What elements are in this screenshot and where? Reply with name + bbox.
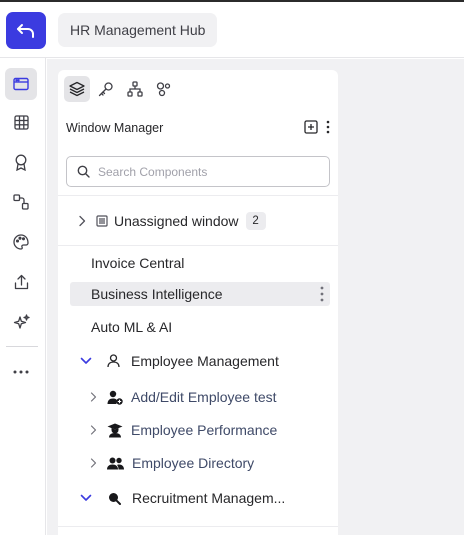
child-item-label: Employee Directory [132,455,255,471]
window-manager-panel: Window Manager Unassigned window 2 Invoi… [58,70,338,535]
chevron-right-icon[interactable] [90,392,97,402]
hierarchy-icon [127,81,143,97]
tab-keys[interactable] [93,76,119,102]
group-employee-management[interactable]: Employee Management [80,349,279,373]
left-rail [0,58,46,535]
top-bar: HR Management Hub [0,2,464,58]
item-menu-icon[interactable] [320,285,324,303]
search-filled-icon [108,492,121,505]
panel-actions [304,120,330,134]
chevron-right-icon[interactable] [90,425,97,435]
group-label: Recruitment Managem... [132,490,286,506]
key-icon [98,81,114,97]
panel-title: Window Manager [66,121,164,135]
rail-item-ai[interactable] [5,306,37,338]
group-label: Employee Management [131,353,279,369]
window-item-label: Auto ML & AI [91,319,173,335]
panel-menu-icon[interactable] [326,120,330,134]
divider [58,195,338,196]
count-badge: 2 [245,212,266,230]
window-item-business-intelligence[interactable]: Business Intelligence [70,282,330,306]
shapes-icon [156,81,172,97]
upload-icon [14,274,29,290]
user-add-icon [107,390,123,405]
table-icon [13,114,29,130]
chevron-right-icon[interactable] [78,215,86,227]
chevron-down-icon[interactable] [80,357,92,365]
window-item-label: Invoice Central [91,255,185,271]
flow-icon [13,194,29,210]
child-item-label: Add/Edit Employee test [131,389,277,405]
sparkles-icon [13,313,30,331]
graduate-icon [107,423,123,438]
rail-divider [6,346,38,347]
document-list-icon [96,215,108,227]
group-recruitment-management[interactable]: Recruitment Managem... [80,486,285,510]
rail-item-tables[interactable] [5,106,37,138]
layers-icon [69,81,85,97]
search-icon [77,165,90,178]
search-box [66,156,330,187]
tab-layers[interactable] [64,76,90,102]
rail-item-publish[interactable] [5,266,37,298]
child-item-add-edit-employee[interactable]: Add/Edit Employee test [90,386,277,408]
rail-item-theme[interactable] [5,226,37,258]
child-item-employee-performance[interactable]: Employee Performance [90,419,277,441]
unassigned-window-label: Unassigned window [114,213,239,229]
window-item-auto-ml[interactable]: Auto ML & AI [70,315,330,339]
rail-item-more[interactable] [5,356,37,388]
search-input[interactable] [98,164,318,179]
child-item-label: Employee Performance [131,422,278,438]
window-icon [13,77,29,91]
chevron-right-icon[interactable] [90,458,97,468]
chevron-down-icon[interactable] [80,494,92,502]
tab-hierarchy[interactable] [122,76,148,102]
window-item-invoice-central[interactable]: Invoice Central [70,251,330,275]
palette-icon [13,234,29,250]
unassigned-window-row[interactable]: Unassigned window 2 [78,210,266,232]
users-icon [107,457,124,470]
more-icon [13,370,29,374]
add-window-icon[interactable] [304,120,318,134]
tab-shapes[interactable] [151,76,177,102]
undo-arrow-icon [15,21,37,41]
app-title[interactable]: HR Management Hub [58,13,218,47]
user-icon [107,354,120,368]
panel-tabs [64,76,177,102]
award-icon [14,154,28,171]
divider [58,245,338,246]
divider [58,526,338,527]
window-item-label: Business Intelligence [91,286,223,302]
back-button[interactable] [6,12,46,49]
rail-item-awards[interactable] [5,146,37,178]
child-item-employee-directory[interactable]: Employee Directory [90,452,254,474]
rail-item-windows[interactable] [5,68,37,100]
rail-item-flows[interactable] [5,186,37,218]
